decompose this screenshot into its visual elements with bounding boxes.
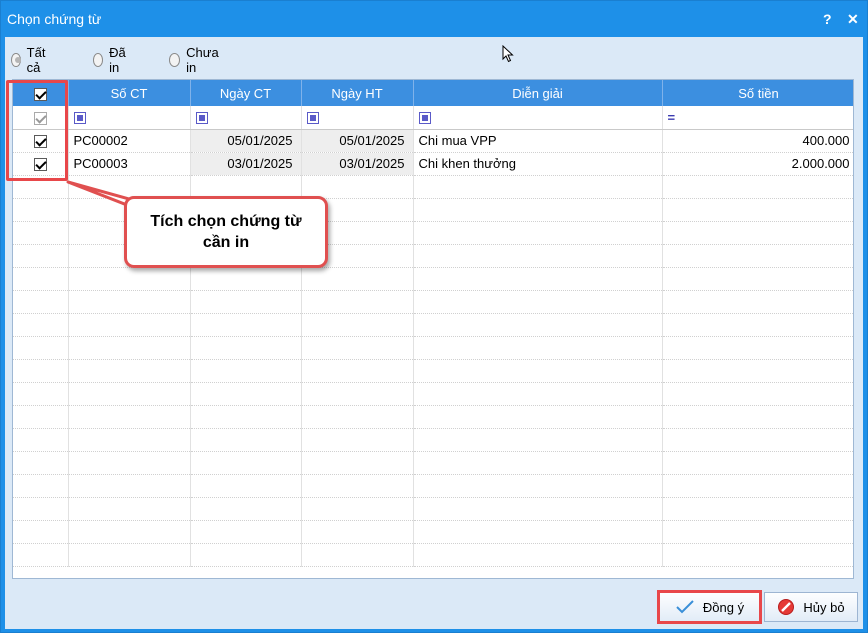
radio-dot-all[interactable] [11, 53, 21, 67]
radio-not-printed-label: Chưa in [186, 45, 219, 75]
filter-icon[interactable] [73, 112, 86, 125]
empty-row [13, 382, 853, 406]
empty-row [13, 336, 853, 360]
table-row[interactable]: PC00003 03/01/2025 03/01/2025 Chi khen t… [13, 152, 853, 176]
filter-row: = [13, 106, 853, 130]
mouse-cursor-icon [502, 45, 514, 63]
cell-ngay-ct[interactable]: 03/01/2025 [190, 152, 302, 176]
radio-printed-label: Đã in [109, 45, 126, 75]
cell-dien-giai[interactable]: Chi khen thưởng [413, 152, 663, 176]
equals-filter-icon[interactable]: = [668, 111, 676, 124]
empty-row [13, 359, 853, 383]
col-header-dien-giai[interactable]: Diễn giải [413, 80, 663, 106]
cell-ngay-ct[interactable]: 05/01/2025 [190, 129, 302, 153]
filter-cell-ngay-ct[interactable] [190, 106, 302, 130]
filter-cell-ngay-ht[interactable] [301, 106, 414, 130]
empty-row [13, 175, 853, 199]
cell-ngay-ht[interactable]: 05/01/2025 [301, 129, 414, 153]
grid-header-row: Số CT Ngày CT Ngày HT Diễn giải Số tiền [13, 80, 853, 106]
col-header-so-tien[interactable]: Số tiền [662, 80, 853, 106]
cancel-icon [778, 599, 795, 615]
empty-row [13, 428, 853, 452]
empty-row [13, 497, 853, 521]
checkbox-column-highlight [6, 80, 68, 181]
empty-row [13, 451, 853, 475]
help-icon[interactable]: ? [823, 11, 832, 27]
empty-row [13, 520, 853, 544]
radio-dot-printed[interactable] [93, 53, 104, 67]
empty-row [13, 474, 853, 498]
checkmark-icon [676, 600, 694, 614]
annotation-callout: Tích chọn chứng từ cần in [124, 196, 328, 268]
window-title: Chọn chứng từ [7, 11, 102, 27]
callout-text: Tích chọn chứng từ cần in [150, 213, 302, 251]
voucher-grid: Số CT Ngày CT Ngày HT Diễn giải Số tiền [12, 79, 854, 579]
filter-cell-dien-giai[interactable] [413, 106, 663, 130]
filter-cell-so-tien[interactable]: = [662, 106, 853, 130]
cancel-button[interactable]: Hủy bỏ [764, 592, 858, 622]
cell-ngay-ht[interactable]: 03/01/2025 [301, 152, 414, 176]
empty-row [13, 267, 853, 291]
radio-all[interactable]: Tất cả [11, 45, 50, 75]
dialog-body: Tất cả Đã in Chưa in Số CT Ngày CT Ngày … [5, 37, 863, 629]
empty-row [13, 405, 853, 429]
filter-icon[interactable] [418, 112, 431, 125]
empty-row [13, 543, 853, 567]
col-header-ngay-ht[interactable]: Ngày HT [301, 80, 414, 106]
cancel-button-label: Hủy bỏ [803, 599, 845, 615]
empty-row [13, 313, 853, 337]
close-icon[interactable]: ✕ [847, 11, 859, 28]
empty-row [13, 290, 853, 314]
col-header-so-ct[interactable]: Số CT [68, 80, 191, 106]
filter-icon[interactable] [195, 112, 208, 125]
ok-button[interactable]: Đồng ý [657, 590, 762, 624]
radio-dot-not-printed[interactable] [169, 53, 181, 67]
table-row[interactable]: PC00002 05/01/2025 05/01/2025 Chi mua VP… [13, 129, 853, 153]
cell-dien-giai[interactable]: Chi mua VPP [413, 129, 663, 153]
cell-so-ct[interactable]: PC00002 [68, 129, 191, 153]
radio-printed[interactable]: Đã in [93, 45, 130, 75]
radio-not-printed[interactable]: Chưa in [169, 45, 222, 75]
choose-voucher-dialog: Chọn chứng từ ? ✕ Tất cả Đã in Chưa in S… [0, 0, 868, 633]
col-header-ngay-ct[interactable]: Ngày CT [190, 80, 302, 106]
filter-icon[interactable] [306, 112, 319, 125]
radio-all-label: Tất cả [26, 45, 46, 75]
ok-button-label: Đồng ý [702, 599, 745, 615]
cell-so-ct[interactable]: PC00003 [68, 152, 191, 176]
cell-so-tien[interactable]: 2.000.000 [662, 152, 853, 176]
filter-cell-so-ct[interactable] [68, 106, 191, 130]
cell-so-tien[interactable]: 400.000 [662, 129, 853, 153]
title-bar: Chọn chứng từ ? ✕ [1, 1, 867, 37]
